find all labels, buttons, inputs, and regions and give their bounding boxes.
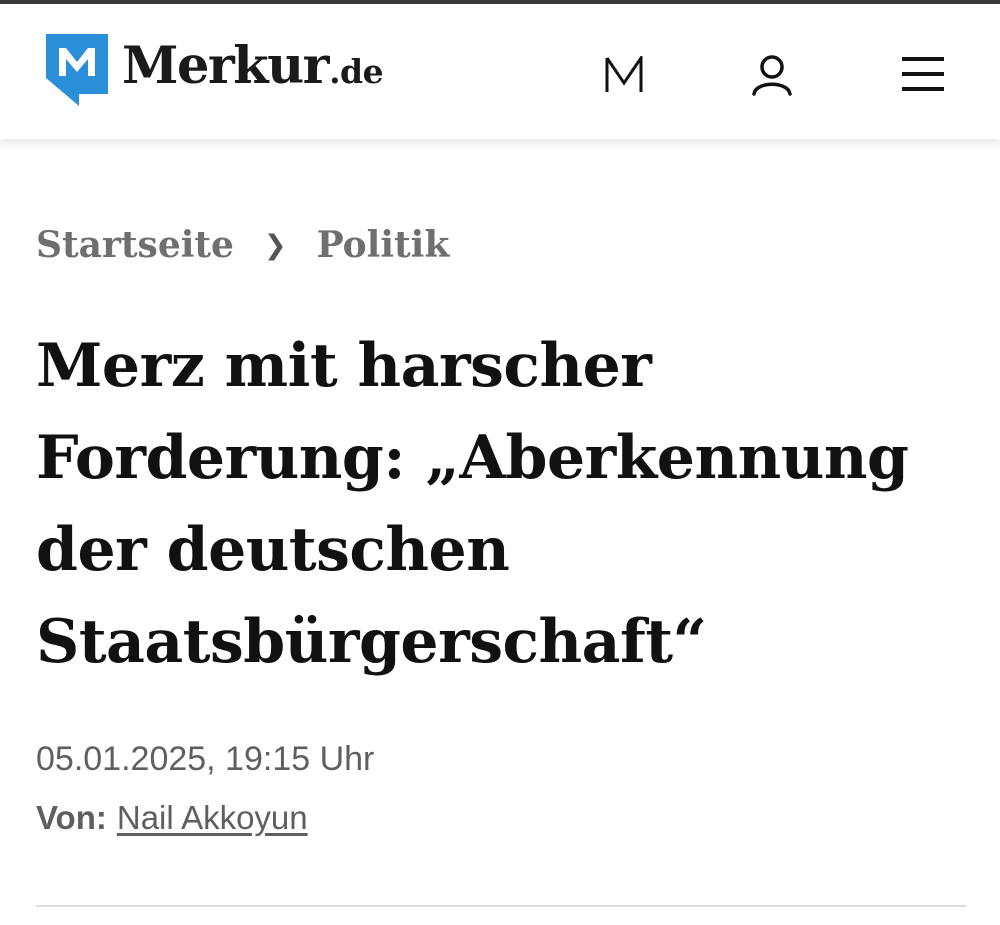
user-icon[interactable] <box>751 54 793 96</box>
headline-line: Forderung: „Aberkennung <box>36 423 909 493</box>
breadcrumb-politik[interactable]: Politik <box>317 224 450 266</box>
logo-wordmark: Merkur .de <box>122 35 384 103</box>
menu-icon[interactable] <box>901 54 945 94</box>
merkur-m-icon[interactable] <box>604 56 644 94</box>
byline: Von: Nail Akkoyun <box>36 799 308 837</box>
headline-line: Merz mit harscher <box>36 331 652 401</box>
breadcrumb: Startseite ❯ Politik <box>36 224 449 266</box>
byline-label: Von: <box>36 799 107 836</box>
publish-date: 05.01.2025, 19:15 Uhr <box>36 740 375 778</box>
site-header: Merkur .de <box>0 4 1000 139</box>
headline-line: der deutschen <box>36 515 510 585</box>
breadcrumb-separator-icon: ❯ <box>263 229 287 261</box>
breadcrumb-startseite[interactable]: Startseite <box>36 224 234 266</box>
divider <box>36 905 966 907</box>
article-headline: Merz mit harscher Forderung: „Aberkennun… <box>36 320 976 688</box>
logo-text: Merkur <box>122 36 330 96</box>
author-link[interactable]: Nail Akkoyun <box>117 799 308 836</box>
merkur-logo-mark-icon <box>46 34 108 106</box>
headline-line: Staatsbürgerschaft“ <box>36 607 707 677</box>
merkur-logo[interactable]: Merkur .de <box>46 34 384 106</box>
logo-tld: .de <box>329 52 384 91</box>
